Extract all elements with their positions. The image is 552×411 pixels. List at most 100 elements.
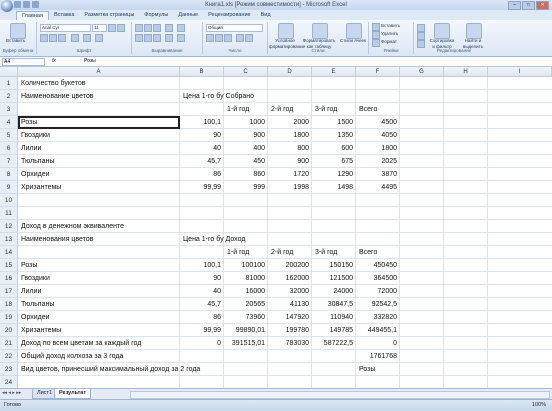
cell-a17[interactable]: Лилии: [21, 285, 41, 298]
decrease-decimal-icon[interactable]: [245, 34, 253, 42]
cell-b20[interactable]: 99,99: [180, 324, 221, 337]
cell-a2[interactable]: Наименование цветов: [21, 90, 94, 103]
borders-icon[interactable]: [71, 34, 79, 42]
cell-d15[interactable]: 200200: [268, 259, 309, 272]
cell-d18[interactable]: 41130: [268, 298, 309, 311]
cell-f7[interactable]: 2025: [356, 155, 397, 168]
cell-f17[interactable]: 72000: [356, 285, 397, 298]
cell-c5[interactable]: 900: [224, 129, 265, 142]
cell-a18[interactable]: Тюльпаны: [21, 298, 54, 311]
cell-e7[interactable]: 675: [312, 155, 353, 168]
spreadsheet-grid[interactable]: ABCDEFGHI 1 2 3 4 5 6 7 8 9 10 11 12 13 14 15 16 17 18 19 2…: [0, 67, 552, 388]
autosum-icon[interactable]: [417, 24, 425, 32]
column-header-i[interactable]: I: [488, 67, 552, 77]
align-right-icon[interactable]: [153, 34, 161, 42]
row-header-4[interactable]: 4: [0, 116, 18, 129]
cell-b19[interactable]: 86: [180, 311, 221, 324]
minimize-button[interactable]: –: [508, 1, 521, 10]
cell-c16[interactable]: 81000: [224, 272, 265, 285]
cell-c20[interactable]: 99890,01: [224, 324, 265, 337]
cell-e15[interactable]: 150150: [312, 259, 353, 272]
cell-a7[interactable]: Тюльпаны: [21, 155, 54, 168]
cell-a8[interactable]: Орхидеи: [21, 168, 50, 181]
row-header-8[interactable]: 8: [0, 168, 18, 181]
cell-b5[interactable]: 90: [180, 129, 221, 142]
increase-decimal-icon[interactable]: [236, 34, 244, 42]
cell-f22[interactable]: 1761768: [356, 350, 397, 363]
align-middle-icon[interactable]: [144, 24, 152, 32]
cell-d3[interactable]: 2-й год: [271, 103, 293, 116]
row-header-1[interactable]: 1: [0, 77, 18, 90]
cell-f6[interactable]: 1800: [356, 142, 397, 155]
cell-d17[interactable]: 32000: [268, 285, 309, 298]
cell-e18[interactable]: 30847,5: [312, 298, 353, 311]
cell-f4[interactable]: 4500: [356, 116, 397, 129]
cell-a12[interactable]: Доход в денежном эквиваленте: [21, 220, 124, 233]
cell-d9[interactable]: 1998: [268, 181, 309, 194]
column-header-d[interactable]: D: [268, 67, 312, 77]
cell-a19[interactable]: Орхидеи: [21, 311, 50, 324]
zoom-level[interactable]: 100%: [532, 400, 546, 411]
sheet-tab-result[interactable]: Результат: [54, 389, 92, 399]
cell-f8[interactable]: 3870: [356, 168, 397, 181]
column-header-h[interactable]: H: [444, 67, 488, 77]
cell-f5[interactable]: 4050: [356, 129, 397, 142]
cell-b4[interactable]: 100,1: [180, 116, 221, 129]
align-left-icon[interactable]: [135, 34, 143, 42]
row-header-9[interactable]: 9: [0, 181, 18, 194]
cell-c3[interactable]: 1-й год: [227, 103, 249, 116]
row-header-19[interactable]: 19: [0, 311, 18, 324]
cell-b21[interactable]: 0: [180, 337, 221, 350]
cell-c4[interactable]: 1000: [224, 116, 265, 129]
row-header-21[interactable]: 21: [0, 337, 18, 350]
cell-d14[interactable]: 2-й год: [271, 246, 293, 259]
cell-f16[interactable]: 364500: [356, 272, 397, 285]
horizontal-scrollbar[interactable]: [130, 391, 550, 399]
cell-e3[interactable]: 3-й год: [315, 103, 337, 116]
office-button[interactable]: [1, 0, 13, 12]
number-format-select[interactable]: Общий: [206, 24, 263, 32]
delete-cells-icon[interactable]: [372, 31, 380, 39]
font-name-select[interactable]: Arial Cyr: [40, 24, 91, 32]
row-header-16[interactable]: 16: [0, 272, 18, 285]
paste-icon[interactable]: [10, 23, 26, 39]
cell-e20[interactable]: 149785: [312, 324, 353, 337]
tab-view[interactable]: Вид: [256, 11, 276, 20]
cell-c21[interactable]: 391515,01: [224, 337, 265, 350]
cell-a9[interactable]: Хризантемы: [21, 181, 61, 194]
delete-cells-button[interactable]: Удалить: [381, 31, 398, 37]
row-header-22[interactable]: 22: [0, 350, 18, 363]
cell-d16[interactable]: 162000: [268, 272, 309, 285]
cell-e8[interactable]: 1290: [312, 168, 353, 181]
cell-a22[interactable]: Общий доход колхоза за 3 года: [21, 350, 123, 363]
column-header-f[interactable]: F: [356, 67, 400, 77]
cell-f18[interactable]: 92542,5: [356, 298, 397, 311]
column-header-b[interactable]: B: [180, 67, 224, 77]
close-button[interactable]: ✕: [536, 1, 549, 10]
align-bottom-icon[interactable]: [153, 24, 161, 32]
cell-f15[interactable]: 450450: [356, 259, 397, 272]
cell-c9[interactable]: 999: [224, 181, 265, 194]
orientation-icon[interactable]: [165, 24, 173, 32]
cell-d7[interactable]: 900: [268, 155, 309, 168]
row-header-20[interactable]: 20: [0, 324, 18, 337]
cell-e14[interactable]: 3-й год: [315, 246, 337, 259]
cell-b2[interactable]: Цена 1-го бу Собрано: [183, 90, 254, 103]
cell-c17[interactable]: 16000: [224, 285, 265, 298]
cell-a13[interactable]: Наименования цветов: [21, 233, 93, 246]
cell-b6[interactable]: 40: [180, 142, 221, 155]
cell-d19[interactable]: 147920: [268, 311, 309, 324]
insert-cells-icon[interactable]: [372, 23, 380, 31]
align-top-icon[interactable]: [135, 24, 143, 32]
name-box[interactable]: A4: [2, 58, 45, 66]
font-color-icon[interactable]: [95, 34, 103, 42]
row-header-13[interactable]: 13: [0, 233, 18, 246]
cell-b15[interactable]: 100,1: [180, 259, 221, 272]
tab-insert[interactable]: Вставка: [49, 11, 79, 20]
cell-d5[interactable]: 1800: [268, 129, 309, 142]
fill-icon[interactable]: [417, 32, 425, 40]
merge-cells-icon[interactable]: [177, 34, 185, 42]
clear-icon[interactable]: [417, 40, 425, 48]
column-header-c[interactable]: C: [224, 67, 268, 77]
cell-e21[interactable]: 587222,5: [312, 337, 353, 350]
